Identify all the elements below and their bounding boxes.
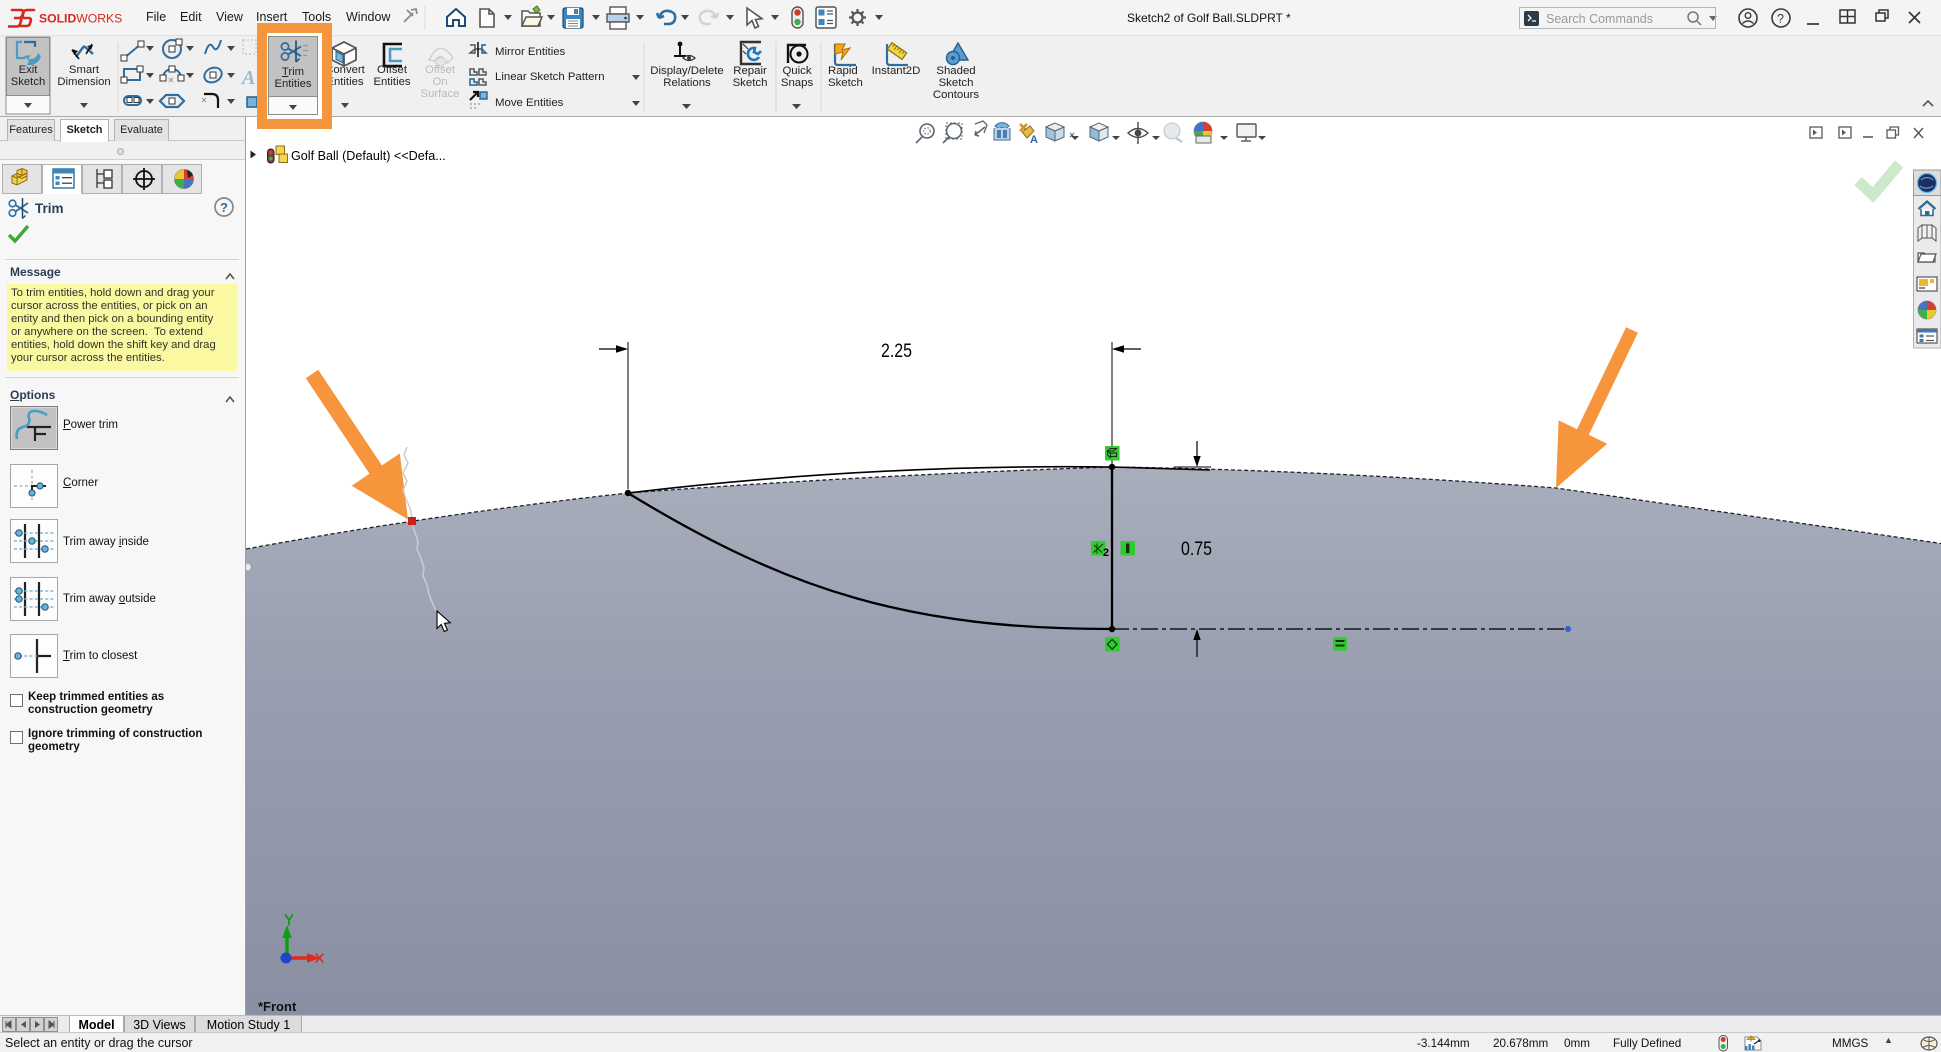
- svg-text:Relations: Relations: [663, 77, 711, 89]
- svg-text:Sketch: Sketch: [11, 76, 46, 88]
- svg-text:2.25: 2.25: [881, 340, 912, 362]
- svg-text:Smart: Smart: [69, 64, 100, 76]
- svg-text:*Front: *Front: [258, 999, 297, 1014]
- svg-text:Move Entities: Move Entities: [495, 97, 564, 109]
- svg-text:?: ?: [220, 200, 228, 215]
- svg-text:Contours: Contours: [933, 89, 980, 101]
- svg-text:Surface: Surface: [421, 88, 460, 100]
- svg-text:On: On: [432, 76, 447, 88]
- svg-text:Quick: Quick: [782, 65, 811, 77]
- svg-text:Offset: Offset: [425, 64, 456, 76]
- svg-text:Display/Delete: Display/Delete: [650, 65, 723, 77]
- svg-text:?: ?: [1777, 12, 1784, 26]
- svg-text:Shaded: Shaded: [936, 65, 975, 77]
- svg-text:Repair: Repair: [733, 65, 767, 77]
- svg-text:Sketch: Sketch: [733, 77, 768, 89]
- svg-text:Offset: Offset: [377, 64, 408, 76]
- svg-text:Rapid: Rapid: [828, 65, 858, 77]
- svg-text:Sketch: Sketch: [828, 77, 863, 89]
- svg-text:Sketch: Sketch: [939, 77, 974, 89]
- svg-text:Mirror Entities: Mirror Entities: [495, 46, 566, 58]
- svg-text:2: 2: [1103, 547, 1109, 559]
- svg-text:A: A: [240, 67, 255, 89]
- svg-text:Entities: Entities: [373, 76, 410, 88]
- svg-text:Golf Ball (Default) <<Defa...: Golf Ball (Default) <<Defa...: [291, 149, 446, 163]
- svg-text:A: A: [1030, 134, 1038, 146]
- svg-text:Dimension: Dimension: [57, 76, 110, 88]
- svg-text:Exit: Exit: [19, 64, 39, 76]
- svg-text:Linear Sketch Pattern: Linear Sketch Pattern: [495, 71, 605, 83]
- svg-text:0.75: 0.75: [1181, 538, 1212, 560]
- svg-text:Entities: Entities: [326, 76, 363, 88]
- svg-text:Instant2D: Instant2D: [872, 65, 921, 77]
- svg-text:Trim: Trim: [35, 201, 64, 216]
- svg-text:Snaps: Snaps: [781, 77, 814, 89]
